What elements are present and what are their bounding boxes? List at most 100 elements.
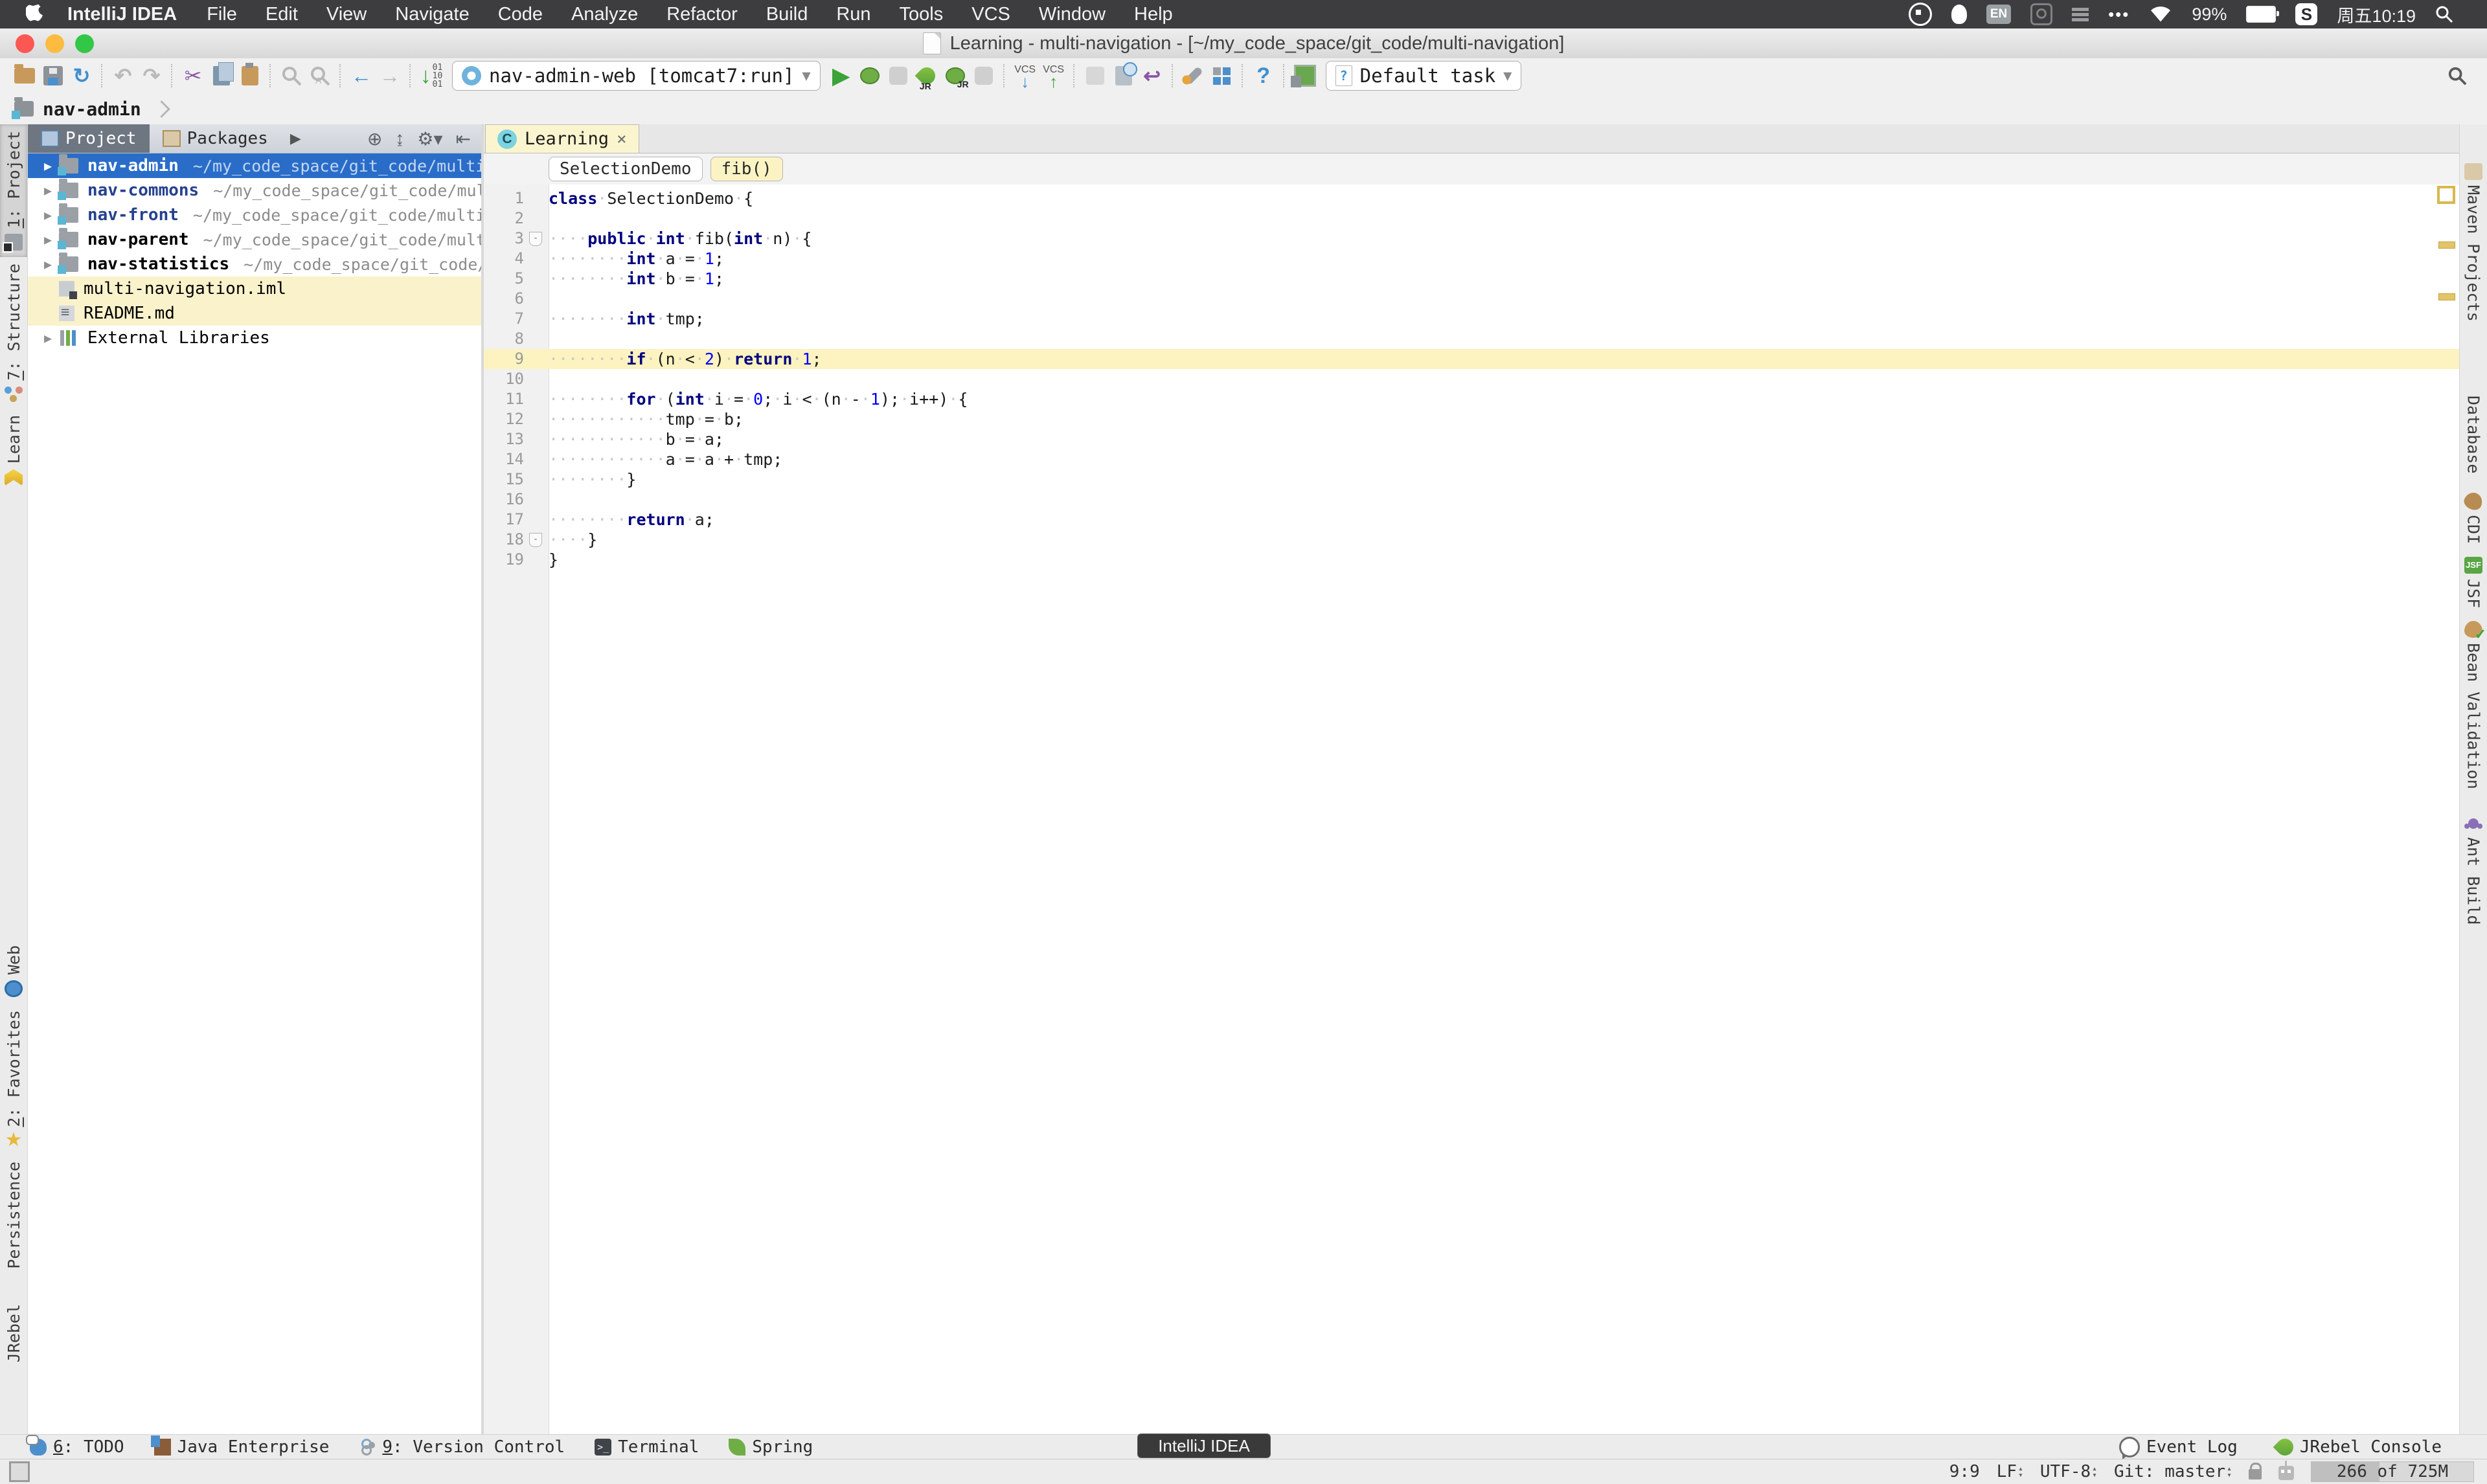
menu-item-file[interactable]: File xyxy=(207,4,237,25)
code-line[interactable]: 3- ····public·int·fib(int·n)·{ xyxy=(484,229,2459,249)
maximize-window-button[interactable] xyxy=(75,34,94,53)
tool-stripe-web[interactable]: Web xyxy=(0,939,27,1003)
breadcrumb-fib[interactable]: fib() xyxy=(710,157,783,181)
navbar-module-crumb[interactable]: nav-admin xyxy=(43,98,141,120)
tree-item-nav-front[interactable]: ▶ nav-front ~/my_code_space/git_code/multi… xyxy=(28,203,481,227)
jrebel-run-icon[interactable] xyxy=(913,62,941,90)
toolwindow-button-version-control[interactable]: 9: Version Control xyxy=(359,1437,565,1457)
input-search-icon[interactable] xyxy=(2030,3,2053,25)
save-icon[interactable] xyxy=(39,62,67,90)
hex-download-icon[interactable]: ↓ 01 10 01 xyxy=(417,62,446,90)
line-separator[interactable]: LF ▴ ▾ xyxy=(1997,1462,2023,1481)
forward-icon[interactable]: → xyxy=(376,62,404,90)
tool-stripe-bean-validation[interactable]: Bean Validation xyxy=(2460,614,2487,796)
tool-stripe-favorites[interactable]: 2: Favorites ★ xyxy=(0,1004,27,1156)
settings-wrench-icon[interactable] xyxy=(1179,62,1208,90)
tree-item-nav-statistics[interactable]: ▶ nav-statistics ~/my_code_space/git_code/… xyxy=(28,252,481,276)
gear-menu-icon[interactable]: ⚙▾ xyxy=(417,128,442,150)
tool-stripe-structure[interactable]: 7: Structure xyxy=(0,257,27,409)
sogou-icon[interactable]: S xyxy=(2295,3,2318,25)
battery-icon[interactable] xyxy=(2246,6,2280,23)
tab-project[interactable]: Project xyxy=(28,124,150,153)
debug-icon[interactable] xyxy=(856,62,884,90)
record-icon[interactable] xyxy=(1909,3,1933,26)
editor-body[interactable]: 1 class·SelectionDemo·{2 3- ····public·int·… xyxy=(484,185,2459,1435)
expand-arrow-icon[interactable]: ▶ xyxy=(37,330,59,346)
find-icon[interactable] xyxy=(277,62,306,90)
menu-item-view[interactable]: View xyxy=(326,4,367,25)
memory-indicator[interactable]: 266 of 725M xyxy=(2311,1461,2474,1482)
qq-icon[interactable] xyxy=(1951,5,1968,24)
toolwindow-button-terminal[interactable]: >_ Terminal xyxy=(595,1437,699,1457)
code-line[interactable]: 17 ········return·a; xyxy=(484,510,2459,530)
expand-arrow-icon[interactable]: ▶ xyxy=(37,232,59,247)
tool-stripe-maven-projects[interactable]: Maven Projects xyxy=(2460,157,2487,328)
menu-item-refactor[interactable]: Refactor xyxy=(666,4,738,25)
toolwindow-button-todo[interactable]: 6: TODO xyxy=(26,1435,124,1457)
toolbar-search-icon[interactable] xyxy=(2443,62,2471,90)
locate-icon[interactable]: ⊕ xyxy=(367,128,382,150)
menu-item-edit[interactable]: Edit xyxy=(266,4,298,25)
code-line[interactable]: 19} xyxy=(484,550,2459,570)
code-line[interactable]: 15 ········} xyxy=(484,469,2459,489)
tool-stripe-project[interactable]: 1: Project xyxy=(0,124,27,257)
more-tabs-icon[interactable]: ▶ xyxy=(281,124,310,153)
git-branch[interactable]: Git: master ▴ ▾ xyxy=(2114,1462,2232,1481)
copy-icon[interactable] xyxy=(207,62,236,90)
menu-item-window[interactable]: Window xyxy=(1039,4,1106,25)
file-encoding[interactable]: UTF-8 ▴ ▾ xyxy=(2040,1462,2097,1481)
tool-stripe-ant-build[interactable]: Ant Build xyxy=(2460,809,2487,931)
code-line[interactable]: 6 xyxy=(484,289,2459,309)
cut-icon[interactable]: ✂ xyxy=(179,62,207,90)
breadcrumb-selectiondemo[interactable]: SelectionDemo xyxy=(549,157,703,181)
tool-stripe-database[interactable]: Database xyxy=(2460,367,2487,480)
code-line[interactable]: 16 xyxy=(484,489,2459,510)
profile-icon[interactable] xyxy=(970,62,998,90)
revert-icon[interactable]: ↩ xyxy=(1138,62,1166,90)
menu-item-help[interactable]: Help xyxy=(1134,4,1173,25)
run-icon[interactable]: ▶ xyxy=(827,62,856,90)
shelve-icon[interactable] xyxy=(1081,62,1109,90)
fold-marker-icon[interactable]: - xyxy=(529,533,542,547)
spotlight-search-icon[interactable] xyxy=(2435,5,2453,23)
sync-icon[interactable]: ↻ xyxy=(67,62,96,90)
warning-mark[interactable] xyxy=(2438,293,2455,300)
input-en-badge[interactable]: EN xyxy=(1986,5,2012,24)
redo-icon[interactable]: ↷ xyxy=(137,62,166,90)
run-configuration-select[interactable]: nav-admin-web [tomcat7:run] ▼ xyxy=(452,61,821,91)
coverage-icon[interactable] xyxy=(884,62,913,90)
tree-item-nav-parent[interactable]: ▶ nav-parent ~/my_code_space/git_code/mult… xyxy=(28,227,481,252)
expand-arrow-icon[interactable]: ▶ xyxy=(37,183,59,198)
editor-tab-learning[interactable]: C Learning × xyxy=(485,124,639,153)
bars-icon[interactable] xyxy=(2072,7,2089,21)
menu-item-code[interactable]: Code xyxy=(498,4,543,25)
open-folder-icon[interactable] xyxy=(10,62,39,90)
menu-item-navigate[interactable]: Navigate xyxy=(395,4,469,25)
fold-marker-icon[interactable]: - xyxy=(529,232,542,246)
toolwindow-button-java-enterprise[interactable]: Java Enterprise xyxy=(150,1435,329,1457)
inspection-status-icon[interactable] xyxy=(2437,186,2455,204)
expand-arrow-icon[interactable]: ▶ xyxy=(37,158,59,174)
task-selector[interactable]: ? Default task ▼ xyxy=(1325,61,1522,91)
menubar-clock[interactable]: 周五10:19 xyxy=(2337,2,2416,27)
code-line[interactable]: 18- ····} xyxy=(484,530,2459,550)
vcs-update-icon[interactable]: VCS ↓ xyxy=(1011,62,1039,90)
more-dots-icon[interactable]: ••• xyxy=(2108,5,2129,25)
jrebel-debug-icon[interactable] xyxy=(941,62,970,90)
code-line[interactable]: 2 xyxy=(484,208,2459,229)
menu-item-build[interactable]: Build xyxy=(766,4,808,25)
toolwindow-button-spring[interactable]: Spring xyxy=(729,1437,813,1457)
code-line[interactable]: 4 ········int·a·=·1; xyxy=(484,249,2459,269)
menubar-app-name[interactable]: IntelliJ IDEA xyxy=(67,4,177,25)
code-line[interactable]: 8 xyxy=(484,329,2459,349)
code-line[interactable]: 7 ········int·tmp; xyxy=(484,309,2459,329)
back-icon[interactable]: ← xyxy=(347,62,376,90)
code-line[interactable]: 12 ············tmp·=·b; xyxy=(484,409,2459,429)
menu-item-tools[interactable]: Tools xyxy=(900,4,944,25)
tree-item-multi-navigation-iml[interactable]: multi-navigation.iml xyxy=(28,276,481,301)
hector-icon[interactable] xyxy=(2278,1461,2294,1480)
code-line[interactable]: 10 xyxy=(484,369,2459,389)
collapse-all-icon[interactable]: ↨ xyxy=(395,128,404,149)
tool-stripe-jrebel[interactable]: JRebel xyxy=(0,1298,27,1391)
code-line[interactable]: 5 ········int·b·=·1; xyxy=(484,269,2459,289)
